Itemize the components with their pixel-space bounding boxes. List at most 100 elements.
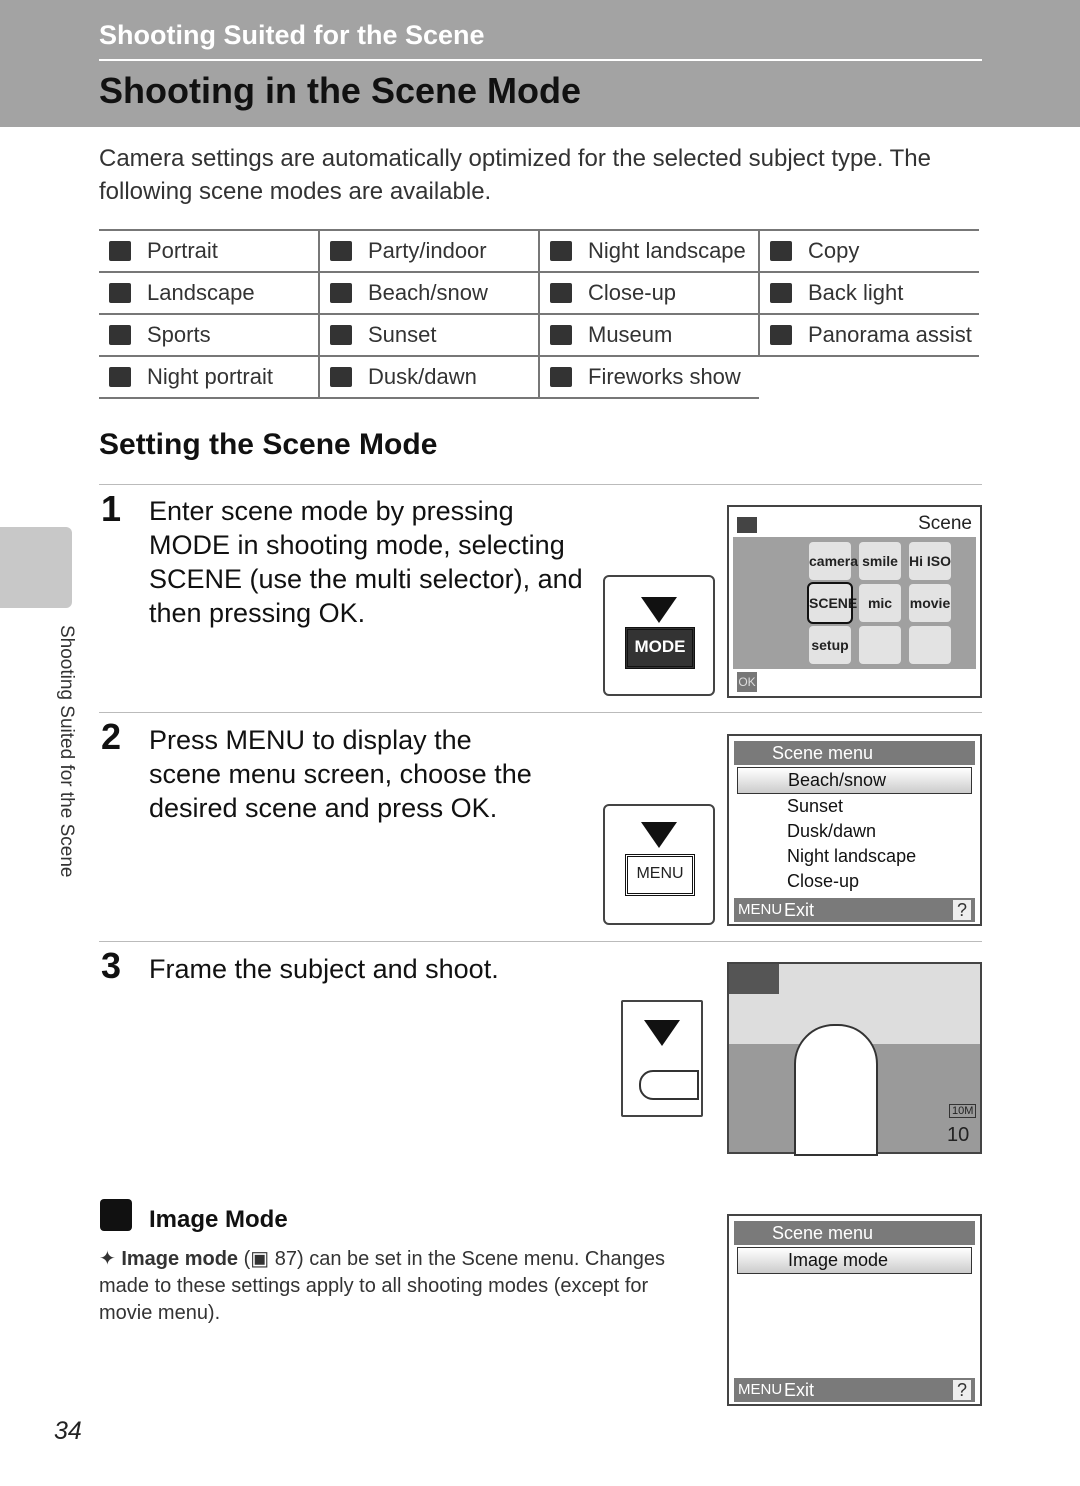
step-text: Press MENU to display the scene menu scr…	[149, 725, 532, 823]
scene-label: Dusk/dawn	[368, 364, 477, 389]
scene-label: Sports	[147, 322, 211, 347]
scene-icon	[330, 241, 352, 261]
scene-cell: Beach/snow	[318, 271, 539, 315]
menu-title: Scene menu	[734, 741, 975, 765]
menu-icon: MENU	[738, 1381, 783, 1398]
divider	[99, 941, 982, 942]
ref-icon: ▣	[250, 1248, 270, 1270]
step-number: 2	[101, 716, 122, 757]
viewfinder-screen: 10M 10	[727, 962, 982, 1156]
scene-label: Landscape	[147, 280, 255, 305]
page-ref[interactable]: 87	[275, 1248, 297, 1270]
image-size-icon: 10M	[949, 1104, 977, 1118]
menu-item[interactable]: Night landscape	[729, 844, 980, 869]
step-text: Enter scene mode by pressing MODE in sho…	[149, 496, 583, 628]
ok-icon: OK	[737, 672, 757, 692]
scene-label: Beach/snow	[368, 280, 488, 305]
mode-button: MODE	[625, 627, 695, 669]
menu-icon: MENU	[738, 901, 783, 918]
help-icon: ?	[953, 900, 971, 920]
mode-icon[interactable]: mic	[859, 584, 901, 622]
scene-cell: Night portrait	[99, 355, 319, 399]
scene-cell: Fireworks show	[538, 355, 759, 399]
scene-menu-screen: Scene menu Beach/snow Sunset Dusk/dawn Nigh…	[727, 734, 982, 926]
menu-footer: Exit MENU?	[734, 898, 975, 922]
mode-icon[interactable]	[909, 626, 951, 664]
scene-icon	[550, 241, 572, 261]
mode-icon[interactable]: camera	[809, 542, 858, 580]
finger-icon	[639, 1070, 699, 1100]
scene-icon	[770, 283, 792, 303]
mode-icon[interactable]: setup	[809, 626, 851, 664]
scene-label: Panorama assist	[808, 322, 972, 347]
scene-cell: Back light	[758, 271, 979, 315]
step-number: 3	[101, 945, 122, 986]
scene-label: Night landscape	[588, 238, 746, 263]
scene-label: Back light	[808, 280, 904, 305]
scene-icon	[550, 283, 572, 303]
menu-button-illustration: MENU	[603, 804, 715, 925]
menu-item[interactable]: Beach/snow	[737, 767, 972, 794]
empty-cell	[759, 355, 979, 398]
scene-cell: Portrait	[99, 229, 319, 273]
scene-label: Party/indoor	[368, 238, 487, 263]
side-tab	[0, 527, 72, 608]
scene-mode-table: Portrait Party/indoor Night landscape Copy L…	[99, 229, 979, 399]
scene-icon	[109, 241, 131, 261]
arrow-down-icon	[641, 822, 677, 848]
scene-label: Portrait	[147, 238, 218, 263]
image-mode-screen: Scene menu Image mode Exit MENU?	[727, 1214, 982, 1406]
page-title: Shooting in the Scene Mode	[99, 70, 582, 111]
step-number: 1	[101, 488, 122, 529]
scene-icon	[770, 325, 792, 345]
scene-cell: Sunset	[318, 313, 539, 357]
person-figure	[794, 1024, 878, 1156]
screen-title: Scene	[918, 513, 972, 534]
side-tab-label: Shooting Suited for the Scene	[56, 625, 77, 878]
arrow-down-icon	[644, 1020, 680, 1046]
scene-label: Museum	[588, 322, 673, 347]
divider	[99, 712, 982, 713]
menu-title: Scene menu	[734, 1221, 975, 1245]
mode-button-illustration: MODE	[603, 575, 715, 696]
menu-item[interactable]: Sunset	[729, 794, 980, 819]
menu-item[interactable]: Dusk/dawn	[729, 819, 980, 844]
scene-icon	[550, 325, 572, 345]
scene-cell: Close-up	[538, 271, 759, 315]
scene-label: Sunset	[368, 322, 437, 347]
section-title: Shooting Suited for the Scene	[99, 20, 485, 50]
camera-icon	[737, 517, 757, 533]
scene-cell: Landscape	[99, 271, 319, 315]
scene-select-screen: Scene camera smile Hi ISO SCENE mic movie setu…	[727, 505, 982, 698]
scene-cell: Dusk/dawn	[318, 355, 539, 399]
scene-icon	[109, 325, 131, 345]
step-text: Frame the subject and shoot.	[149, 954, 499, 984]
shutter-press-illustration	[621, 1000, 703, 1117]
scene-cell: Copy	[758, 229, 979, 273]
exposure-counter: 10	[947, 1124, 970, 1146]
intro-text: Camera settings are automatically optimi…	[99, 145, 931, 205]
note-icon	[100, 1199, 132, 1231]
scene-cell: Panorama assist	[758, 313, 979, 357]
mode-icon[interactable]: SCENE	[807, 582, 857, 624]
scene-label: Fireworks show	[588, 364, 741, 389]
exit-label: Exit	[784, 900, 815, 920]
note-text: ✦ Image mode (▣ 87) can be set in the Sc…	[99, 1248, 665, 1324]
divider	[99, 484, 982, 485]
page-number: 34	[54, 1417, 82, 1445]
menu-item-image-mode[interactable]: Image mode	[737, 1247, 972, 1274]
scene-label: Night portrait	[147, 364, 273, 389]
scene-icon	[109, 283, 131, 303]
section-heading: Setting the Scene Mode	[99, 428, 438, 461]
menu-item[interactable]: Close-up	[729, 869, 980, 894]
mode-icon[interactable]: smile	[859, 542, 901, 580]
divider	[99, 59, 982, 61]
menu-footer: Exit MENU?	[734, 1378, 975, 1402]
scene-cell: Party/indoor	[318, 229, 539, 273]
scene-label: Close-up	[588, 280, 677, 305]
scene-icon	[109, 367, 131, 387]
scene-cell: Museum	[538, 313, 759, 357]
mode-icon[interactable]: Hi ISO	[909, 542, 951, 580]
mode-icon[interactable]: movie	[909, 584, 951, 622]
mode-icon[interactable]	[859, 626, 901, 664]
